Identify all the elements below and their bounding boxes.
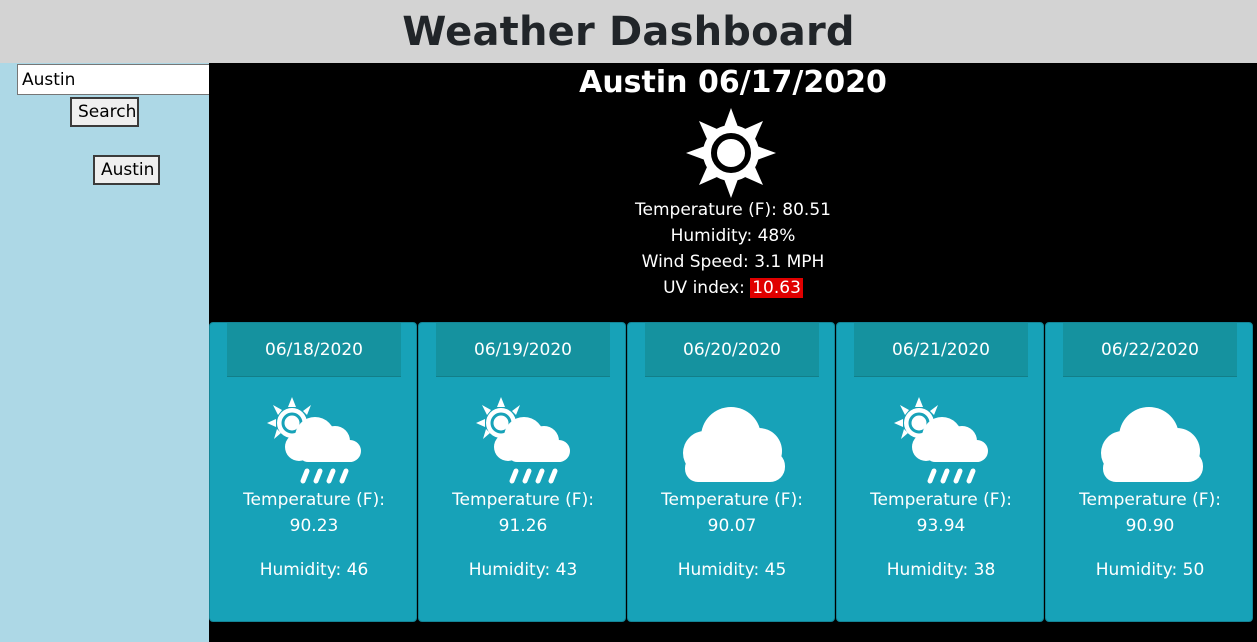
- forecast-row: 06/18/2020 Temperature (F): 90.23 Humidi…: [209, 322, 1257, 622]
- current-heading: Austin 06/17/2020: [579, 65, 887, 100]
- search-button[interactable]: Search: [70, 97, 139, 127]
- forecast-date: 06/21/2020: [854, 323, 1028, 377]
- forecast-card: 06/21/2020 Temperature (F): 93.94 Humidi…: [836, 322, 1044, 622]
- forecast-temp-label: Temperature (F):: [1079, 490, 1221, 510]
- forecast-humidity: Humidity: 43: [468, 560, 578, 580]
- forecast-card: 06/18/2020 Temperature (F): 90.23 Humidi…: [209, 322, 417, 622]
- page-title: Weather Dashboard: [402, 8, 855, 55]
- forecast-temp-value: 93.94: [916, 516, 966, 536]
- forecast-temp-label: Temperature (F):: [870, 490, 1012, 510]
- sidebar: Search Austin: [0, 63, 210, 642]
- forecast-humidity: Humidity: 50: [1095, 560, 1205, 580]
- current-humidity: Humidity: 48%: [670, 226, 796, 246]
- cloud-icon: [675, 395, 787, 491]
- forecast-temp-value: 91.26: [498, 516, 548, 536]
- forecast-humidity: Humidity: 45: [677, 560, 787, 580]
- forecast-temp-value: 90.90: [1125, 516, 1175, 536]
- cloud-icon: [1093, 395, 1205, 491]
- current-temperature: Temperature (F): 80.51: [635, 200, 831, 220]
- forecast-card: 06/22/2020 Temperature (F): 90.90 Humidi…: [1045, 322, 1253, 622]
- forecast-date: 06/18/2020: [227, 323, 401, 377]
- search-input[interactable]: [17, 64, 210, 95]
- sun-icon: [685, 107, 777, 203]
- sun-cloud-rain-icon: [257, 395, 369, 491]
- current-weather: Austin 06/17/2020 Temperature (F): 80.51…: [209, 63, 1257, 323]
- current-uv: UV index: 10.63: [209, 277, 1257, 299]
- forecast-date: 06/20/2020: [645, 323, 819, 377]
- history-button-austin[interactable]: Austin: [93, 155, 160, 185]
- sun-cloud-rain-icon: [884, 395, 996, 491]
- forecast-humidity: Humidity: 46: [259, 560, 369, 580]
- page-header: Weather Dashboard: [0, 0, 1257, 63]
- forecast-card: 06/20/2020 Temperature (F): 90.07 Humidi…: [627, 322, 835, 622]
- forecast-humidity: Humidity: 38: [886, 560, 996, 580]
- forecast-card: 06/19/2020 Temperature (F): 91.26 Humidi…: [418, 322, 626, 622]
- uv-value-badge: 10.63: [750, 278, 803, 298]
- forecast-temp-label: Temperature (F):: [452, 490, 594, 510]
- forecast-date: 06/22/2020: [1063, 323, 1237, 377]
- forecast-temp-label: Temperature (F):: [243, 490, 385, 510]
- forecast-temp-value: 90.07: [707, 516, 757, 536]
- forecast-temp-label: Temperature (F):: [661, 490, 803, 510]
- current-wind: Wind Speed: 3.1 MPH: [641, 252, 825, 272]
- uv-label: UV index:: [663, 278, 745, 298]
- sun-cloud-rain-icon: [466, 395, 578, 491]
- forecast-date: 06/19/2020: [436, 323, 610, 377]
- forecast-temp-value: 90.23: [289, 516, 339, 536]
